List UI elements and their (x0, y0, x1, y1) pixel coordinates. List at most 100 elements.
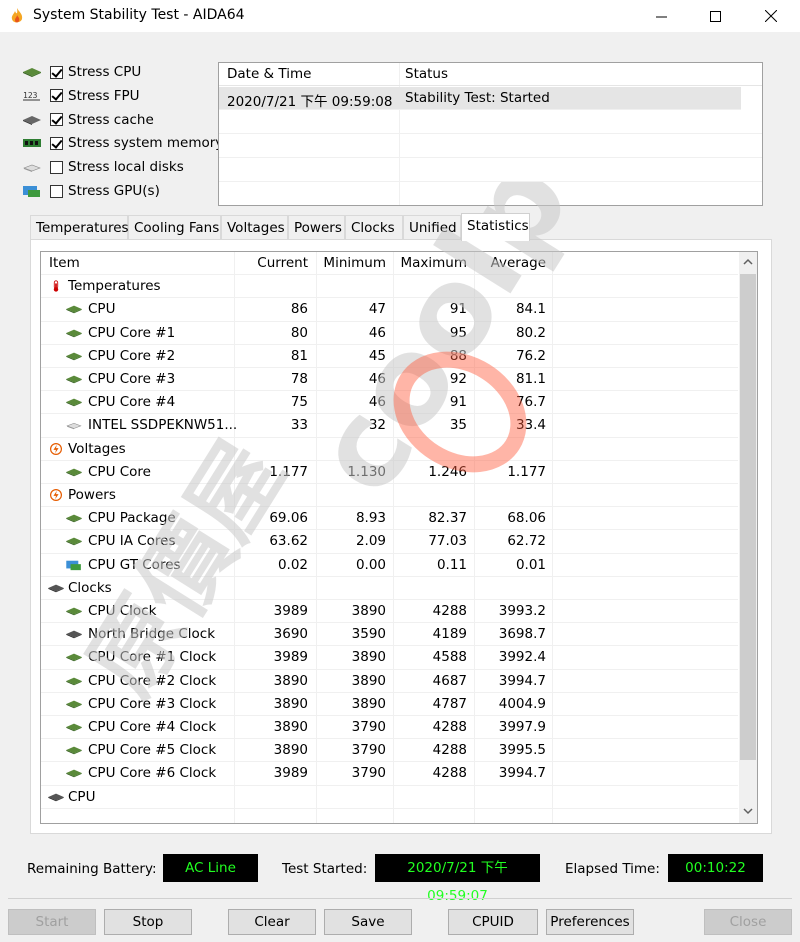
cell-max: 95 (449, 324, 467, 341)
stress-option[interactable]: Stress system memory (22, 132, 223, 154)
cpu-chip-icon (66, 468, 82, 477)
col-header-item[interactable]: Item (49, 255, 80, 271)
stress-option-label[interactable]: Stress CPU (68, 64, 141, 80)
log-row[interactable]: 2020/7/21 下午 09:59:08 Stability Test: St… (219, 87, 741, 110)
table-row[interactable]: CPU 86 47 91 84.1 (41, 298, 738, 322)
tab-statistics[interactable]: Statistics (461, 213, 530, 241)
tab-cooling-fans[interactable]: Cooling Fans (128, 215, 221, 239)
stress-option[interactable]: Stress CPU (22, 61, 141, 83)
log-status: Stability Test: Started (405, 90, 550, 106)
stress-checkbox[interactable] (50, 89, 63, 103)
cell-avg: 80.2 (515, 324, 546, 341)
cell-avg: 0.01 (515, 556, 546, 573)
table-row[interactable]: North Bridge Clock 3690 3590 4189 3698.7 (41, 623, 738, 647)
stress-option-label[interactable]: Stress GPU(s) (68, 183, 160, 199)
group-row[interactable]: CPU (41, 786, 738, 809)
tab-unified[interactable]: Unified (403, 215, 461, 239)
log-header-datetime[interactable]: Date & Time (227, 66, 311, 82)
group-row[interactable]: Clocks (41, 577, 738, 600)
table-row[interactable]: CPU Core #1 Clock 3989 3890 4588 3992.4 (41, 646, 738, 670)
stress-option-label[interactable]: Stress cache (68, 112, 154, 128)
cache-chip-icon (23, 115, 41, 125)
log-datetime: 2020/7/21 下午 09:59:08 (227, 94, 393, 110)
log-table[interactable]: Date & Time Status 2020/7/21 下午 09:59:08… (218, 62, 763, 206)
close-window-button[interactable] (748, 0, 794, 32)
save-button[interactable]: Save (324, 909, 412, 935)
minimize-button[interactable] (638, 0, 684, 32)
maximize-button[interactable] (692, 0, 738, 32)
stop-button[interactable]: Stop (104, 909, 192, 935)
gpu-card-icon (23, 186, 40, 197)
col-header-current[interactable]: Current (257, 255, 308, 271)
col-header-maximum[interactable]: Maximum (400, 255, 467, 271)
cell-avg: 3995.5 (498, 742, 546, 759)
stress-option-label[interactable]: Stress system memory (68, 135, 223, 151)
cell-max: 91 (449, 301, 467, 318)
item-label: CPU Core #6 Clock (88, 765, 217, 782)
scroll-down-icon[interactable] (742, 805, 754, 817)
scrollbar-thumb[interactable] (740, 274, 756, 760)
table-row[interactable]: CPU Core #3 Clock 3890 3890 4787 4004.9 (41, 693, 738, 716)
table-row[interactable]: CPU Core #4 Clock 3890 3790 4288 3997.9 (41, 716, 738, 740)
cell-current: 3989 (273, 765, 308, 782)
table-row[interactable]: CPU Clock 3989 3890 4288 3993.2 (41, 600, 738, 624)
table-row[interactable]: CPU Core #2 81 45 88 76.2 (41, 345, 738, 368)
tab-temperatures[interactable]: Temperatures (30, 215, 129, 239)
stress-checkbox[interactable] (50, 113, 63, 127)
table-row[interactable]: INTEL SSDPEKNW51... 33 32 35 33.4 (41, 414, 738, 438)
cell-min: 47 (368, 301, 386, 318)
group-label: CPU (68, 788, 96, 805)
tab-voltages[interactable]: Voltages (221, 215, 288, 239)
stress-option[interactable]: Stress cache (22, 109, 154, 131)
memory-module-icon (23, 139, 41, 148)
close-button[interactable]: Close (704, 909, 792, 935)
tab-clocks[interactable]: Clocks (345, 215, 403, 239)
statistics-grid[interactable]: Item Current Minimum Maximum Average Tem… (40, 251, 758, 824)
item-label: CPU Clock (88, 603, 157, 619)
stress-option[interactable]: 123 Stress FPU (22, 85, 140, 107)
group-row[interactable]: Voltages (41, 438, 738, 461)
item-label: CPU GT Cores (88, 556, 181, 573)
cpu-chip-icon (66, 607, 82, 616)
table-row[interactable]: CPU Core #6 Clock 3989 3790 4288 3994.7 (41, 762, 738, 786)
cell-max: 88 (449, 347, 467, 364)
col-header-minimum[interactable]: Minimum (323, 255, 386, 271)
tab-powers[interactable]: Powers (288, 215, 345, 239)
group-row[interactable]: Powers (41, 484, 738, 508)
item-label: CPU Core (88, 463, 151, 480)
cell-min: 3790 (351, 742, 386, 759)
table-row[interactable]: CPU IA Cores 63.62 2.09 77.03 62.72 (41, 530, 738, 554)
client-area: Stress CPU 123 Stress FPU Stress cache Stres… (0, 32, 800, 942)
table-row[interactable]: CPU GT Cores 0.02 0.00 0.11 0.01 (41, 554, 738, 577)
cell-avg: 3993.2 (498, 603, 546, 619)
cpu-chip-icon (66, 375, 82, 384)
table-row[interactable]: CPU Core #1 80 46 95 80.2 (41, 322, 738, 345)
maximize-icon (709, 10, 721, 22)
col-header-average[interactable]: Average (491, 255, 546, 271)
group-row[interactable]: Temperatures (41, 275, 738, 299)
clear-button[interactable]: Clear (228, 909, 316, 935)
stress-option[interactable]: Stress local disks (22, 156, 184, 178)
table-row[interactable]: CPU Core #2 Clock 3890 3890 4687 3994.7 (41, 670, 738, 693)
preferences-button[interactable]: Preferences (546, 909, 634, 935)
table-row[interactable]: CPU Core #3 78 46 92 81.1 (41, 368, 738, 392)
stress-option-label[interactable]: Stress local disks (68, 159, 184, 175)
start-button[interactable]: Start (8, 909, 96, 935)
stress-checkbox[interactable] (50, 160, 63, 174)
chip-icon (48, 584, 64, 593)
stress-checkbox[interactable] (50, 184, 63, 198)
log-header-status[interactable]: Status (405, 66, 448, 82)
stress-option-label[interactable]: Stress FPU (68, 88, 140, 104)
table-row[interactable]: CPU Core #5 Clock 3890 3790 4288 3995.5 (41, 739, 738, 763)
table-row[interactable]: CPU Package 69.06 8.93 82.37 68.06 (41, 507, 738, 531)
table-row[interactable]: CPU Core #4 75 46 91 76.7 (41, 391, 738, 415)
stress-checkbox[interactable] (50, 65, 63, 79)
vertical-scrollbar[interactable] (739, 252, 757, 823)
cpu-chip-icon (66, 677, 82, 685)
chip-icon (66, 630, 82, 639)
stress-checkbox[interactable] (50, 136, 63, 150)
table-row[interactable]: CPU Core 1.177 1.130 1.246 1.177 (41, 461, 738, 484)
cpuid-button[interactable]: CPUID (448, 909, 538, 935)
scroll-up-icon[interactable] (742, 256, 754, 268)
stress-option[interactable]: Stress GPU(s) (22, 180, 160, 202)
